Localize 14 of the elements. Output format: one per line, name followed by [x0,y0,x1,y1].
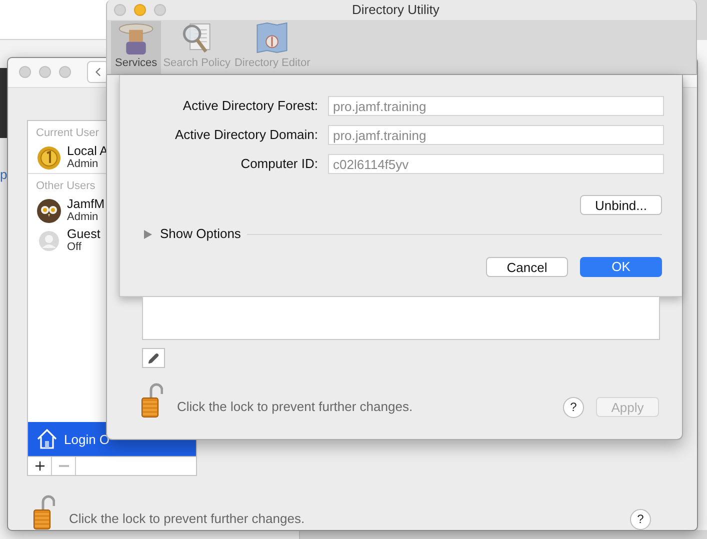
user-role: Admin [67,210,100,224]
user-name: Guest [67,228,100,241]
section-header: Other Users [36,178,96,193]
field-label: Active Directory Domain: [174,126,318,144]
lock-hint-text: Click the lock to prevent further changes. [177,398,413,416]
apply-button: Apply [596,397,659,417]
user-role: Admin [67,158,100,171]
field-label: Computer ID: [240,155,318,173]
window-title: Directory Utility [352,1,440,20]
lock-hint-text: Click the lock to prevent further changes. [69,510,305,528]
user-name: JamfM [67,198,104,211]
field-label: Active Directory Forest: [182,97,318,115]
section-header: Current User [36,126,99,140]
user-role: Off [67,240,82,254]
